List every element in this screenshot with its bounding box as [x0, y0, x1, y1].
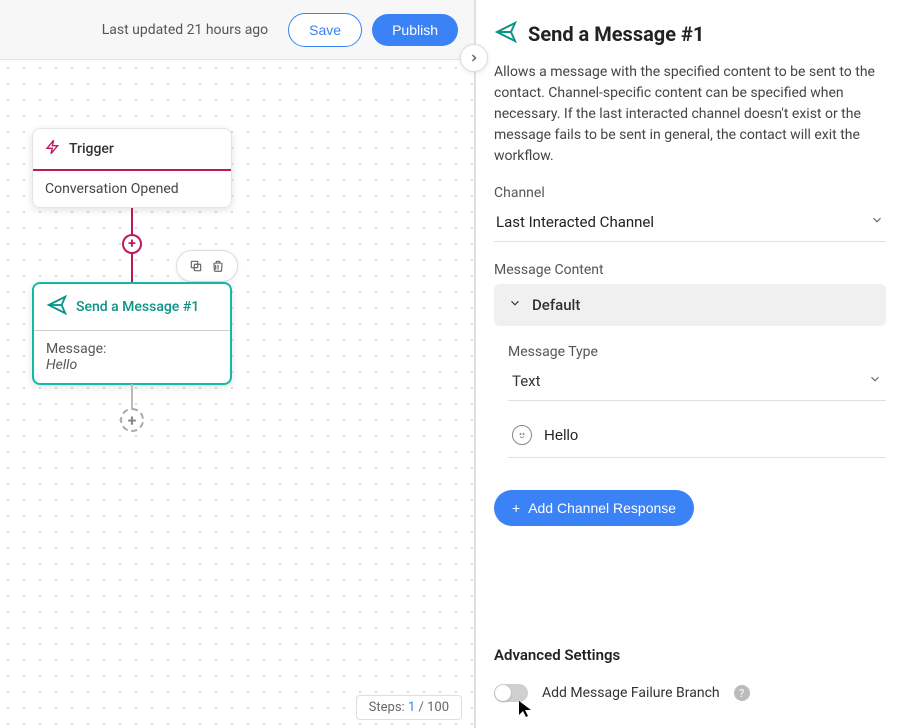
help-icon[interactable]: ? — [734, 685, 750, 701]
chevron-down-icon — [870, 213, 884, 231]
message-type-label: Message Type — [508, 344, 886, 360]
send-node-title: Send a Message #1 — [76, 299, 199, 315]
send-icon — [46, 294, 68, 320]
last-updated-text: Last updated 21 hours ago — [102, 22, 268, 38]
panel-title: Send a Message #1 — [528, 22, 704, 46]
add-step-end-button[interactable]: + — [120, 408, 144, 432]
steps-indicator: Steps: 1 / 100 — [356, 695, 462, 720]
trigger-body: Conversation Opened — [33, 171, 231, 207]
trigger-icon — [45, 139, 61, 159]
details-panel: Send a Message #1 Allows a message with … — [476, 0, 904, 728]
node-toolbar — [176, 250, 238, 282]
plus-icon: + — [512, 500, 520, 516]
copy-icon[interactable] — [185, 255, 207, 277]
default-accordion[interactable]: Default — [494, 284, 886, 326]
emoji-picker-icon[interactable] — [512, 425, 532, 445]
delete-icon[interactable] — [207, 255, 229, 277]
advanced-settings-title: Advanced Settings — [494, 646, 886, 664]
panel-description: Allows a message with the specified cont… — [494, 62, 886, 167]
failure-branch-toggle[interactable] — [494, 684, 528, 702]
message-type-select[interactable]: Text — [508, 366, 886, 401]
save-button[interactable]: Save — [288, 13, 362, 47]
message-content-label: Message Content — [494, 262, 886, 278]
publish-button[interactable]: Publish — [372, 14, 458, 46]
send-message-node[interactable]: Send a Message #1 Message: Hello — [32, 282, 232, 385]
send-icon — [494, 20, 518, 48]
chevron-down-icon — [508, 296, 522, 314]
trigger-node[interactable]: Trigger Conversation Opened — [32, 128, 232, 208]
channel-select[interactable]: Last Interacted Channel — [494, 207, 886, 242]
channel-label: Channel — [494, 185, 886, 201]
add-step-button[interactable]: + — [122, 234, 142, 254]
failure-branch-label: Add Message Failure Branch — [542, 685, 720, 701]
workflow-canvas[interactable]: Trigger Conversation Opened + — [0, 60, 474, 728]
message-value: Hello — [46, 357, 218, 373]
topbar: Last updated 21 hours ago Save Publish — [0, 0, 474, 60]
add-channel-response-button[interactable]: + Add Channel Response — [494, 490, 694, 526]
chevron-down-icon — [868, 372, 882, 390]
collapse-panel-button[interactable] — [460, 44, 488, 72]
trigger-title: Trigger — [69, 141, 114, 157]
message-label: Message: — [46, 341, 218, 357]
message-text-input[interactable] — [544, 427, 882, 444]
